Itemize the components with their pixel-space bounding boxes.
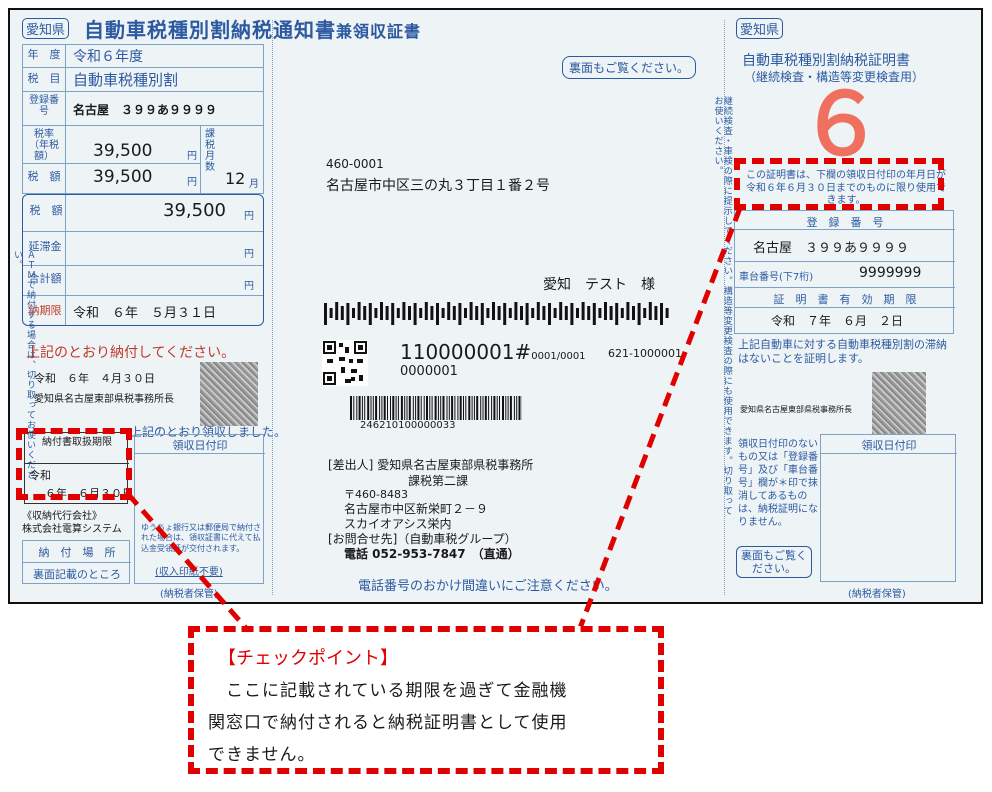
checkpoint-callout: 【チェックポイント】 ここに記載されている期限を過ぎて金融機 関窓口で納付される… bbox=[188, 626, 664, 774]
callout-line-2: 関窓口で納付されると納税証明書として使用 bbox=[208, 713, 568, 733]
callout-title: 【チェックポイント】 bbox=[218, 648, 398, 669]
callout-line-3: できません。 bbox=[208, 745, 316, 765]
callout-line-1: ここに記載されている期限を過ぎて金融機 bbox=[208, 681, 568, 701]
